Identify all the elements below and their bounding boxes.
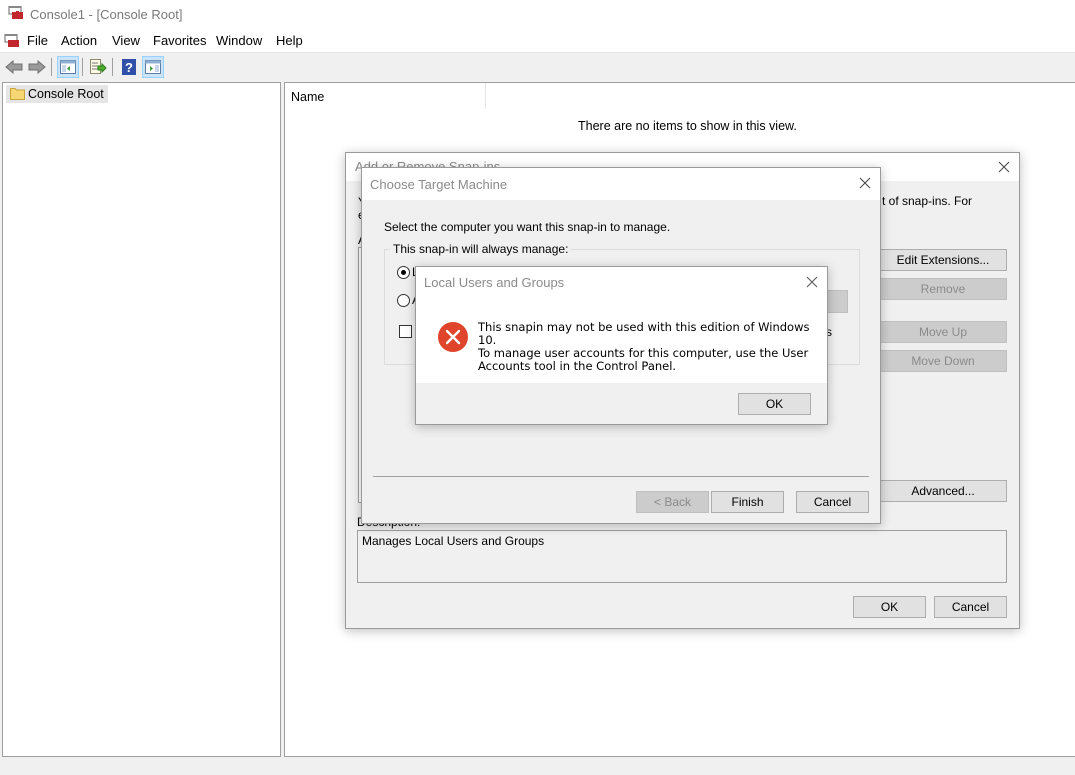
intro-text-fragment: t of snap-ins. For — [882, 194, 973, 208]
error-dialog-body: Local Users and Groups This snapin may n… — [416, 267, 827, 383]
empty-list-message: There are no items to show in this view. — [578, 119, 797, 133]
console-tree-pane: Console Root — [2, 82, 281, 757]
export-list-icon — [90, 59, 107, 74]
title-bar: Console1 - [Console Root] — [0, 0, 1075, 30]
folder-icon — [10, 88, 25, 100]
help-icon: ? — [122, 59, 136, 75]
show-hide-console-tree-button[interactable] — [57, 56, 79, 78]
description-box: Manages Local Users and Groups — [357, 530, 1007, 583]
column-header-label: Name — [291, 90, 325, 104]
ok-button[interactable]: OK — [738, 393, 811, 415]
dialog-titlebar: Choose Target Machine — [362, 168, 880, 200]
column-header-name[interactable]: Name — [285, 83, 486, 109]
back-arrow-icon — [5, 60, 23, 74]
allow-change-checkbox[interactable] — [399, 325, 412, 338]
error-message-line: This snapin may not be used with this ed… — [478, 320, 810, 347]
status-bar — [0, 757, 1075, 775]
mmc-app-icon — [8, 6, 23, 19]
menu-favorites[interactable]: Favorites — [153, 33, 206, 48]
back-button[interactable]: < Back — [636, 491, 709, 513]
menu-bar: File Action View Favorites Window Help — [0, 30, 1075, 52]
svg-text:?: ? — [125, 60, 133, 75]
groupbox-label: This snap-in will always manage: — [390, 242, 572, 256]
help-button[interactable]: ? — [118, 56, 140, 78]
tree-item-console-root[interactable]: Console Root — [6, 85, 108, 103]
dialog-title: Choose Target Machine — [370, 177, 508, 192]
menu-file[interactable]: File — [27, 33, 48, 48]
error-message-line: Accounts tool in the Control Panel. — [478, 359, 677, 373]
toolbar-separator — [51, 58, 52, 76]
show-hide-action-pane-icon — [145, 60, 161, 74]
remove-button[interactable]: Remove — [879, 278, 1007, 300]
local-computer-radio[interactable] — [397, 266, 410, 279]
toolbar-separator — [112, 58, 113, 76]
description-text: Manages Local Users and Groups — [362, 534, 545, 548]
finish-button[interactable]: Finish — [711, 491, 784, 513]
edit-extensions-button[interactable]: Edit Extensions... — [879, 249, 1007, 271]
ok-button[interactable]: OK — [853, 596, 926, 618]
menu-action[interactable]: Action — [61, 33, 97, 48]
menu-help[interactable]: Help — [276, 33, 303, 48]
move-up-button[interactable]: Move Up — [879, 321, 1007, 343]
advanced-button[interactable]: Advanced... — [879, 480, 1007, 502]
error-dialog: Local Users and Groups This snapin may n… — [415, 266, 828, 425]
move-down-button[interactable]: Move Down — [879, 350, 1007, 372]
target-prompt: Select the computer you want this snap-i… — [384, 220, 671, 234]
cancel-button[interactable]: Cancel — [796, 491, 869, 513]
error-message: This snapin may not be used with this ed… — [478, 321, 827, 373]
menu-view[interactable]: View — [112, 33, 140, 48]
menu-window[interactable]: Window — [216, 33, 262, 48]
toolbar: ? — [0, 52, 1075, 81]
error-dialog-footer: OK — [416, 383, 827, 424]
close-icon[interactable] — [996, 159, 1012, 175]
close-icon[interactable] — [857, 175, 873, 191]
show-hide-action-pane-button[interactable] — [142, 56, 164, 78]
show-hide-console-tree-icon — [60, 60, 76, 74]
window-title: Console1 - [Console Root] — [30, 7, 183, 22]
tree-item-label: Console Root — [28, 87, 104, 101]
forward-button[interactable] — [26, 56, 48, 78]
close-icon[interactable] — [804, 274, 820, 290]
export-list-button[interactable] — [87, 56, 109, 78]
back-button[interactable] — [3, 56, 25, 78]
error-icon — [438, 322, 468, 352]
system-menu-icon[interactable] — [4, 34, 20, 48]
separator-line — [373, 476, 869, 477]
dialog-title: Local Users and Groups — [424, 275, 565, 290]
another-computer-radio[interactable] — [397, 294, 410, 307]
forward-arrow-icon — [28, 60, 46, 74]
toolbar-separator — [82, 58, 83, 76]
cancel-button[interactable]: Cancel — [934, 596, 1007, 618]
